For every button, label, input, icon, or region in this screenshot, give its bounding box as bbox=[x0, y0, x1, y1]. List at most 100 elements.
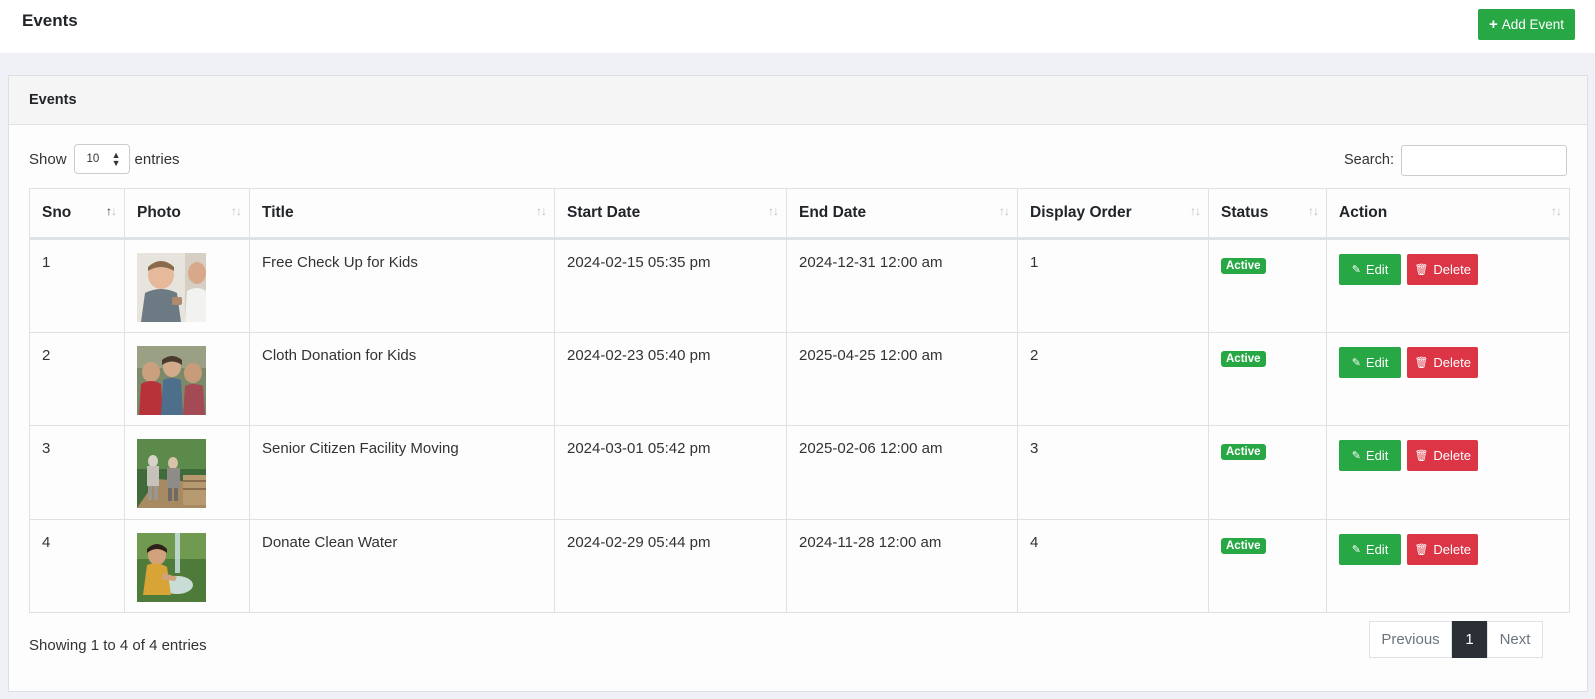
table-row: 2 Cloth Donation for Kids 2 bbox=[30, 332, 1570, 426]
select-arrows-icon: ▲▼ bbox=[112, 151, 121, 167]
events-card: Events Show 10 ▲▼ entries Search: Sno↑↓ … bbox=[8, 75, 1588, 692]
cell-action: ✎ Edit 🗑Delete bbox=[1327, 239, 1570, 333]
event-photo bbox=[137, 533, 206, 602]
search-control: Search: bbox=[1344, 144, 1567, 176]
event-photo bbox=[137, 346, 206, 415]
sort-icon: ↑↓ bbox=[231, 204, 241, 218]
column-header-title[interactable]: Title ↑↓ bbox=[250, 189, 555, 239]
cell-photo bbox=[125, 519, 250, 613]
column-header-start-date[interactable]: Start Date ↑↓ bbox=[555, 189, 787, 239]
table-row: 3 bbox=[30, 426, 1570, 520]
column-header-status[interactable]: Status ↑↓ bbox=[1209, 189, 1327, 239]
cell-title: Senior Citizen Facility Moving bbox=[250, 426, 555, 520]
column-header-end-date[interactable]: End Date ↑↓ bbox=[787, 189, 1018, 239]
status-badge: Active bbox=[1221, 444, 1266, 460]
card-header: Events bbox=[9, 76, 1587, 125]
sort-icon: ↑↓ bbox=[999, 204, 1009, 218]
previous-page-button[interactable]: Previous bbox=[1369, 621, 1452, 658]
add-event-label: Add Event bbox=[1502, 17, 1564, 32]
delete-button[interactable]: 🗑 Delete bbox=[1407, 347, 1478, 378]
edit-label: Edit bbox=[1366, 448, 1388, 463]
sort-icon: ↑↓ bbox=[768, 204, 778, 218]
cell-end-date: 2025-02-06 12:00 am bbox=[787, 426, 1018, 520]
cell-display-order: 2 bbox=[1018, 332, 1209, 426]
search-label: Search: bbox=[1344, 152, 1394, 168]
sort-icon: ↑↓ bbox=[1190, 204, 1200, 218]
cell-sno: 1 bbox=[30, 239, 125, 333]
cell-title: Free Check Up for Kids bbox=[250, 239, 555, 333]
cell-start-date: 2024-02-23 05:40 pm bbox=[555, 332, 787, 426]
edit-icon: ✎ bbox=[1352, 449, 1361, 462]
page-1-button[interactable]: 1 bbox=[1452, 621, 1487, 658]
cell-title: Donate Clean Water bbox=[250, 519, 555, 613]
edit-icon: ✎ bbox=[1352, 356, 1361, 369]
column-label: Start Date bbox=[567, 204, 640, 221]
sort-icon: ↑↓ bbox=[536, 204, 546, 218]
column-label: Display Order bbox=[1030, 204, 1132, 221]
column-header-photo[interactable]: Photo↑↓ bbox=[125, 189, 250, 239]
cell-sno: 4 bbox=[30, 519, 125, 613]
delete-button[interactable]: 🗑Delete bbox=[1407, 440, 1478, 471]
column-label: Action bbox=[1339, 204, 1387, 221]
status-badge: Active bbox=[1221, 258, 1266, 274]
cell-start-date: 2024-02-15 05:35 pm bbox=[555, 239, 787, 333]
column-label: End Date bbox=[799, 204, 866, 221]
delete-label: Delete bbox=[1433, 448, 1471, 463]
column-header-display-order[interactable]: Display Order ↑↓ bbox=[1018, 189, 1209, 239]
edit-button[interactable]: ✎Edit bbox=[1339, 347, 1401, 378]
event-photo bbox=[137, 253, 206, 322]
search-input[interactable] bbox=[1401, 145, 1567, 176]
table-row: 4 Donate Clean Water 2024-02-29 05:44 pm bbox=[30, 519, 1570, 613]
events-table: Sno↑↓ Photo↑↓ Title ↑↓ Start Date ↑↓ End D… bbox=[29, 188, 1570, 613]
edit-icon: ✎ bbox=[1352, 263, 1361, 276]
edit-icon: ✎ bbox=[1352, 543, 1361, 556]
cell-display-order: 4 bbox=[1018, 519, 1209, 613]
cell-photo bbox=[125, 239, 250, 333]
edit-label: Edit bbox=[1366, 542, 1388, 557]
delete-button[interactable]: 🗑Delete bbox=[1407, 534, 1478, 565]
table-info: Showing 1 to 4 of 4 entries bbox=[29, 637, 207, 654]
page-title: Events bbox=[22, 11, 78, 31]
cell-end-date: 2024-11-28 12:00 am bbox=[787, 519, 1018, 613]
cell-action: ✎ Edit 🗑Delete bbox=[1327, 519, 1570, 613]
cell-photo bbox=[125, 426, 250, 520]
column-label: Status bbox=[1221, 204, 1268, 221]
table-row: 1 Free Check Up for Kids 2024-02-15 05:3 bbox=[30, 239, 1570, 333]
column-label: Title bbox=[262, 204, 294, 221]
cell-action: ✎Edit 🗑 Delete bbox=[1327, 332, 1570, 426]
cell-start-date: 2024-03-01 05:42 pm bbox=[555, 426, 787, 520]
cell-sno: 3 bbox=[30, 426, 125, 520]
column-header-sno[interactable]: Sno↑↓ bbox=[30, 189, 125, 239]
cell-start-date: 2024-02-29 05:44 pm bbox=[555, 519, 787, 613]
cell-action: ✎ Edit 🗑Delete bbox=[1327, 426, 1570, 520]
trash-icon: 🗑 bbox=[1414, 263, 1428, 276]
column-header-action[interactable]: Action ↑↓ bbox=[1327, 189, 1570, 239]
cell-display-order: 3 bbox=[1018, 426, 1209, 520]
entries-label: entries bbox=[135, 151, 180, 168]
cell-status: Active bbox=[1209, 332, 1327, 426]
edit-button[interactable]: ✎ Edit bbox=[1339, 440, 1401, 471]
cell-sno: 2 bbox=[30, 332, 125, 426]
add-event-button[interactable]: + Add Event bbox=[1478, 9, 1575, 40]
sort-icon: ↑↓ bbox=[1308, 204, 1318, 218]
entries-per-page-select[interactable]: 10 ▲▼ bbox=[74, 144, 130, 174]
cell-end-date: 2024-12-31 12:00 am bbox=[787, 239, 1018, 333]
status-badge: Active bbox=[1221, 538, 1266, 554]
top-bar: Events + Add Event bbox=[0, 0, 1595, 53]
edit-label: Edit bbox=[1366, 262, 1388, 277]
edit-button[interactable]: ✎ Edit bbox=[1339, 254, 1401, 285]
event-photo bbox=[137, 439, 206, 508]
edit-button[interactable]: ✎ Edit bbox=[1339, 534, 1401, 565]
trash-icon: 🗑 bbox=[1414, 356, 1428, 369]
cell-status: Active bbox=[1209, 519, 1327, 613]
cell-title: Cloth Donation for Kids bbox=[250, 332, 555, 426]
cell-status: Active bbox=[1209, 239, 1327, 333]
delete-label: Delete bbox=[1433, 542, 1471, 557]
delete-button[interactable]: 🗑Delete bbox=[1407, 254, 1478, 285]
sort-icon: ↑↓ bbox=[1551, 204, 1561, 218]
next-page-button[interactable]: Next bbox=[1487, 621, 1543, 658]
entries-per-page-value: 10 bbox=[87, 153, 100, 165]
cell-display-order: 1 bbox=[1018, 239, 1209, 333]
delete-label: Delete bbox=[1433, 355, 1471, 370]
cell-status: Active bbox=[1209, 426, 1327, 520]
